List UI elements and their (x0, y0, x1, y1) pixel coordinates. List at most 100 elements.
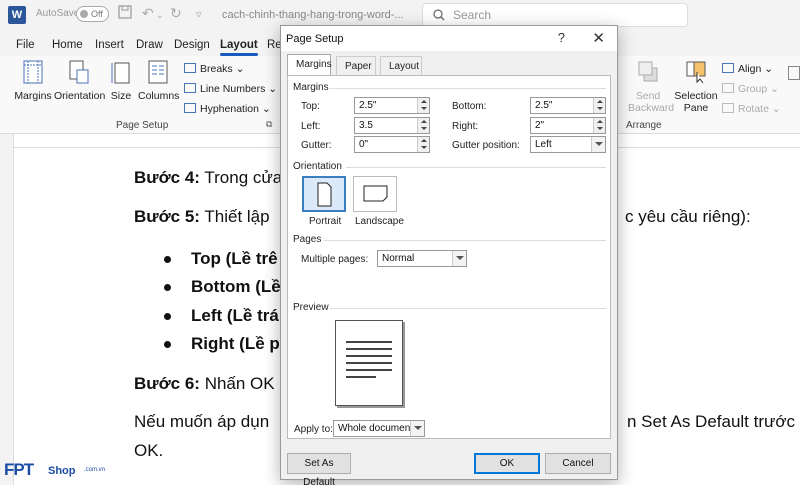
columns-button[interactable]: Columns (138, 60, 179, 102)
tab-draw[interactable]: Draw (136, 39, 163, 51)
right-spinner-icon[interactable] (593, 118, 605, 133)
hyphenation-button[interactable]: Hyphenation ⌄ (184, 103, 271, 115)
redo-icon[interactable]: ↻ (170, 5, 182, 22)
undo-icon[interactable]: ↶ (142, 5, 154, 22)
columns-icon (148, 60, 168, 84)
step-5-text: Thiết lập (199, 207, 270, 226)
left-margin-value: 3.5 (359, 120, 373, 131)
step-5-heading: Bước 5: (134, 207, 200, 226)
bottom-label: Bottom: (452, 101, 487, 112)
gutter-input[interactable]: 0" (354, 136, 430, 153)
margins-button[interactable]: Margins (14, 60, 52, 102)
page-setup-dialog: Page Setup ? ✕ Margins Paper Layout Marg… (280, 25, 618, 485)
step-5-tail: c yêu cầu riêng): (625, 207, 751, 226)
step-5-paragraph: Bước 5: Thiết lập (134, 207, 270, 227)
pages-divider (324, 240, 606, 241)
tab-layout[interactable]: Layout (220, 39, 258, 56)
preview-line (346, 369, 392, 371)
size-icon (111, 62, 130, 84)
portrait-label: Portrait (309, 216, 342, 227)
preview-divider (330, 308, 606, 309)
send-backward-button[interactable]: Send Backward (622, 60, 674, 114)
bottom-margin-value: 2.5" (535, 100, 553, 111)
line-numbers-icon (184, 83, 196, 93)
customize-qat-icon[interactable]: ▿ (196, 8, 202, 21)
portrait-option[interactable] (302, 176, 346, 212)
tab-file[interactable]: File (16, 39, 35, 51)
bottom-margin-input[interactable]: 2.5" (530, 97, 606, 114)
autosave-toggle[interactable]: Off (76, 6, 109, 22)
multiple-pages-value: Normal (382, 253, 415, 264)
top-margin-value: 2.5" (359, 100, 377, 111)
overflow-icon[interactable] (788, 66, 800, 80)
chevron-down-icon (452, 251, 466, 266)
tab-home[interactable]: Home (52, 39, 83, 51)
gutter-position-select[interactable]: Left (530, 136, 606, 153)
note-line-1-end: n Set As Default trước (627, 412, 796, 431)
step-6-heading: Bước 6: (134, 374, 200, 393)
tab-margins[interactable]: Margins (287, 54, 332, 77)
page-preview (335, 320, 403, 406)
cancel-button[interactable]: Cancel (545, 453, 611, 474)
left-margin-input[interactable]: 3.5 (354, 117, 430, 134)
left-label: Left: (301, 121, 321, 132)
fpt-domain: .com.vn (84, 467, 106, 473)
vertical-ruler (0, 134, 14, 485)
apply-to-value: Whole document (338, 423, 414, 434)
step-6-paragraph: Bước 6: Nhấn OK (134, 374, 275, 394)
group-label: Group (738, 83, 768, 95)
bottom-spinner-icon[interactable] (593, 98, 605, 113)
preview-line (346, 362, 392, 364)
margins-panel: Margins Top: 2.5" Bottom: 2.5" Left: 3.5… (287, 75, 611, 439)
gutter-spinner-icon[interactable] (417, 137, 429, 152)
landscape-option[interactable] (353, 176, 397, 212)
preview-line (346, 341, 392, 343)
tab-insert[interactable]: Insert (95, 39, 124, 51)
line-numbers-label: Line Numbers (200, 83, 266, 95)
align-button[interactable]: Align ⌄ (722, 63, 773, 75)
group-button[interactable]: Group ⌄ (722, 83, 779, 95)
orientation-button[interactable]: Orientation (54, 60, 106, 102)
tab-layout-dialog[interactable]: Layout (380, 56, 422, 76)
close-button[interactable]: ✕ (592, 29, 605, 47)
margins-section-label: Margins (293, 82, 329, 93)
page-setup-launcher-icon[interactable]: ⧉ (266, 119, 272, 130)
top-margin-input[interactable]: 2.5" (354, 97, 430, 114)
help-button[interactable]: ? (558, 30, 565, 45)
set-as-default-button[interactable]: Set As Default (287, 453, 351, 485)
undo-dropdown-icon[interactable]: ⌄ (156, 10, 164, 21)
dialog-title: Page Setup (286, 33, 344, 45)
line-numbers-button[interactable]: Line Numbers ⌄ (184, 83, 277, 95)
orientation-label: Orientation (54, 90, 106, 102)
orientation-icon (69, 60, 89, 84)
breaks-button[interactable]: Breaks ⌄ (184, 63, 244, 75)
tab-paper[interactable]: Paper (336, 56, 376, 76)
top-spinner-icon[interactable] (417, 98, 429, 113)
save-icon[interactable] (118, 5, 132, 22)
ok-button[interactable]: OK (474, 453, 540, 474)
selection-pane-button[interactable]: Selection Pane (674, 60, 718, 114)
align-label: Align (738, 63, 762, 75)
search-box[interactable]: Search (422, 3, 688, 27)
rotate-button[interactable]: Rotate ⌄ (722, 103, 781, 115)
gutter-position-label: Gutter position: (452, 140, 520, 151)
left-spinner-icon[interactable] (417, 118, 429, 133)
preview-section-label: Preview (293, 302, 329, 313)
fpt-shop-logo: FPT Shop .com.vn (0, 458, 110, 485)
apply-to-select[interactable]: Whole document (333, 420, 425, 437)
align-icon (722, 63, 734, 73)
right-margin-value: 2" (535, 120, 545, 131)
bullet-bottom: Bottom (Lề (164, 277, 281, 296)
top-label: Top: (301, 101, 320, 112)
bullet-top: Top (Lề trê (164, 249, 278, 268)
search-icon (433, 9, 445, 21)
margins-divider (330, 88, 606, 89)
right-margin-input[interactable]: 2" (530, 117, 606, 134)
multiple-pages-select[interactable]: Normal (377, 250, 467, 267)
tab-design[interactable]: Design (174, 39, 210, 51)
search-placeholder: Search (453, 8, 492, 22)
send-backward-label: Send Backward (628, 90, 675, 114)
landscape-label: Landscape (355, 216, 404, 227)
gutter-position-value: Left (535, 139, 552, 150)
size-button[interactable]: Size (108, 60, 134, 102)
